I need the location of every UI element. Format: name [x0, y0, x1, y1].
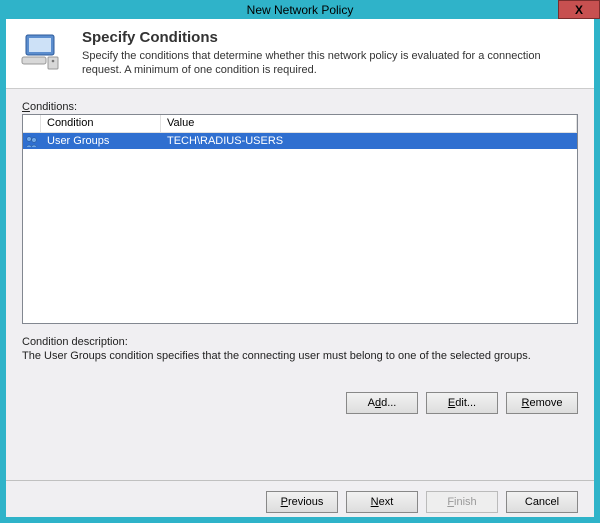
finish-button: Finish — [426, 491, 498, 513]
conditions-label: Conditions: — [22, 101, 578, 113]
window-title: New Network Policy — [247, 3, 354, 17]
condition-name: User Groups — [41, 135, 161, 147]
close-icon: X — [575, 3, 583, 17]
close-button[interactable]: X — [558, 0, 600, 19]
condition-row[interactable]: User Groups TECH\RADIUS-USERS — [23, 133, 577, 149]
condition-action-row: Add... Edit... Remove — [22, 392, 578, 414]
condition-value: TECH\RADIUS-USERS — [161, 135, 577, 147]
title-bar: New Network Policy X — [0, 0, 600, 19]
window-frame: New Network Policy X Specify Conditions … — [0, 0, 600, 523]
wizard-footer: Previous Next Finish Cancel — [6, 480, 594, 517]
user-groups-icon — [23, 133, 41, 149]
page-title: Specify Conditions — [82, 29, 580, 46]
wizard-header: Specify Conditions Specify the condition… — [6, 19, 594, 89]
conditions-listbox[interactable]: Condition Value User Groups TECH\RADIUS-… — [22, 114, 578, 324]
conditions-header-row: Condition Value — [23, 115, 577, 133]
edit-button[interactable]: Edit... — [426, 392, 498, 414]
next-button[interactable]: Next — [346, 491, 418, 513]
content-area: Conditions: Condition Value — [6, 89, 594, 481]
column-header-value[interactable]: Value — [161, 115, 577, 132]
column-icon-spacer — [23, 115, 41, 132]
condition-description-label: Condition description: — [22, 336, 578, 348]
page-subtitle: Specify the conditions that determine wh… — [82, 50, 580, 78]
cancel-button[interactable]: Cancel — [506, 491, 578, 513]
previous-button[interactable]: Previous — [266, 491, 338, 513]
conditions-body: User Groups TECH\RADIUS-USERS — [23, 133, 577, 323]
remove-button[interactable]: Remove — [506, 392, 578, 414]
add-button[interactable]: Add... — [346, 392, 418, 414]
column-header-condition[interactable]: Condition — [41, 115, 161, 132]
condition-description-text: The User Groups condition specifies that… — [22, 350, 578, 362]
computer-network-icon — [20, 29, 70, 73]
wizard-header-text: Specify Conditions Specify the condition… — [82, 29, 580, 78]
